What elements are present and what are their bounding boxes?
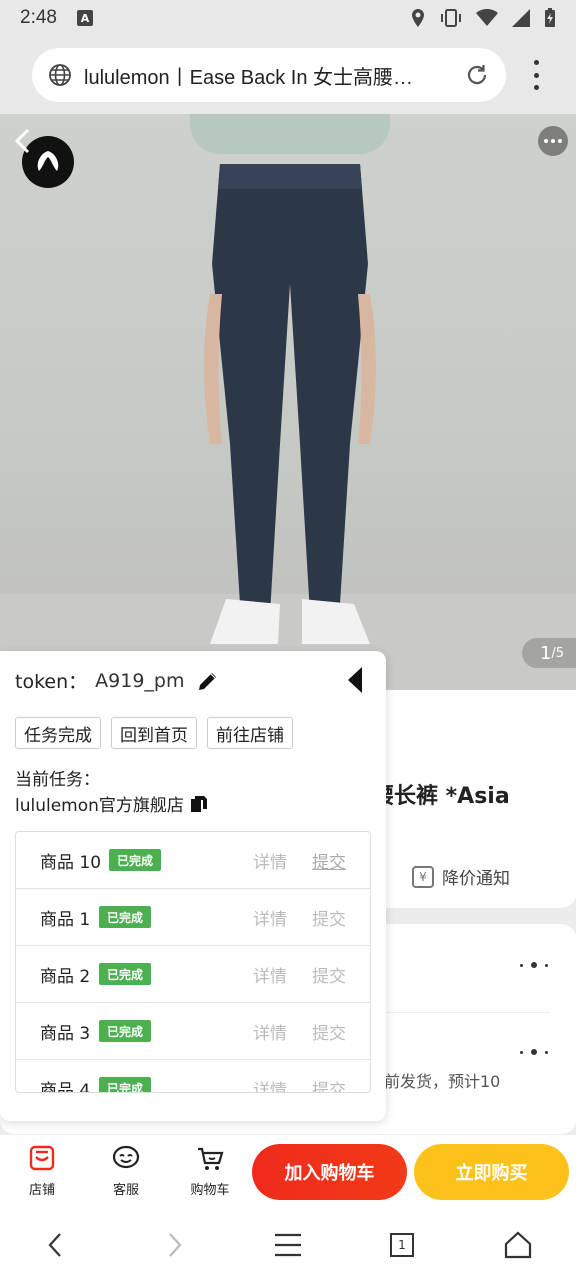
task-panel: token： A919_pm 任务完成 回到首页 前往店铺 当前任务： lulu…	[0, 651, 386, 1121]
list-item: 商品 1 已完成 详情 提交	[16, 889, 370, 946]
battery-icon	[545, 8, 555, 27]
item-name: 商品 4	[40, 1080, 91, 1093]
edit-pencil-icon[interactable]	[196, 669, 220, 693]
nav-menu-icon[interactable]	[270, 1230, 306, 1260]
task-complete-button[interactable]: 任务完成	[15, 717, 101, 749]
current-task-store-name: lululemon官方旗舰店	[15, 796, 184, 816]
browser-toolbar: lululemon丨Ease Back In 女士高腰…	[0, 36, 576, 114]
token-label: token：	[15, 671, 88, 693]
pants-illustration	[204, 164, 376, 644]
item-name: 商品 1	[40, 909, 91, 930]
buy-now-button[interactable]: 立即购买	[414, 1144, 569, 1200]
status-badge: 已完成	[99, 1077, 152, 1092]
store-tab[interactable]: 店铺	[12, 1143, 72, 1198]
current-task-store: lululemon官方旗舰店	[15, 791, 208, 816]
more-dots-icon[interactable]	[520, 962, 548, 968]
submit-link[interactable]: 提交	[312, 848, 346, 873]
gallery-page-counter: 1/5	[522, 638, 576, 668]
reload-icon[interactable]	[464, 62, 490, 88]
service-tab-label: 客服	[112, 1183, 139, 1198]
product-image[interactable]: 1/5	[0, 114, 576, 690]
current-task-label: 当前任务：	[15, 770, 100, 790]
url-text: lululemon丨Ease Back In 女士高腰…	[84, 66, 414, 89]
detail-link[interactable]: 详情	[253, 848, 287, 873]
submit-link[interactable]: 提交	[312, 905, 346, 930]
back-home-button[interactable]: 回到首页	[111, 717, 197, 749]
status-badge: 已完成	[99, 963, 152, 985]
address-bar[interactable]: lululemon丨Ease Back In 女士高腰…	[32, 48, 506, 102]
menu-dots-icon[interactable]	[526, 60, 546, 90]
submit-link[interactable]: 提交	[312, 962, 346, 987]
item-name: 商品 3	[40, 1023, 91, 1044]
nav-home-icon[interactable]	[500, 1230, 536, 1260]
detail-link[interactable]: 详情	[253, 1019, 287, 1044]
item-name: 商品 10	[40, 852, 102, 873]
wifi-icon	[476, 9, 498, 26]
token-value: A919_pm	[95, 669, 185, 692]
nav-tabs-icon[interactable]: 1	[384, 1230, 420, 1260]
more-options-icon[interactable]	[538, 126, 568, 156]
nav-forward-icon[interactable]	[156, 1230, 192, 1260]
gallery-current: 1	[539, 642, 552, 664]
panel-button-row: 任务完成 回到首页 前往店铺	[15, 717, 293, 749]
price-notify-button[interactable]: ¥ 降价通知	[412, 864, 510, 889]
more-dots-icon[interactable]	[520, 1049, 548, 1055]
list-item: 商品 2 已完成 详情 提交	[16, 946, 370, 1003]
store-icon	[29, 1145, 55, 1171]
list-item: 商品 10 已完成 详情 提交	[16, 832, 370, 889]
detail-link[interactable]: 详情	[253, 905, 287, 930]
cart-tab[interactable]: 购物车	[180, 1143, 240, 1198]
globe-icon	[49, 64, 71, 86]
vibrate-icon	[441, 9, 461, 27]
cart-tab-label: 购物车	[190, 1183, 230, 1198]
detail-link[interactable]: 详情	[253, 962, 287, 987]
detail-link[interactable]: 详情	[253, 1076, 287, 1093]
service-tab[interactable]: 客服	[96, 1143, 156, 1198]
store-tab-label: 店铺	[28, 1183, 55, 1198]
copy-icon[interactable]	[190, 795, 208, 813]
signal-icon	[512, 9, 530, 27]
notification-icon: A	[76, 10, 93, 26]
status-badge: 已完成	[99, 1020, 152, 1042]
location-icon	[412, 9, 424, 27]
browser-nav-bar: 1	[0, 1210, 576, 1280]
price-notify-label: 降价通知	[442, 869, 510, 889]
list-item: 商品 3 已完成 详情 提交	[16, 1003, 370, 1060]
status-time: 2:48	[20, 7, 57, 28]
back-arrow-icon[interactable]	[8, 126, 38, 156]
nav-back-icon[interactable]	[38, 1230, 74, 1260]
gallery-total: /5	[551, 645, 565, 661]
tab-count: 1	[390, 1233, 414, 1257]
shipping-text-fragment: 前发货，预计10	[384, 1072, 501, 1091]
submit-link[interactable]: 提交	[312, 1019, 346, 1044]
divider	[372, 1012, 550, 1013]
task-item-list[interactable]: 商品 10 已完成 详情 提交 商品 1 已完成 详情 提交 商品 2 已完成 …	[15, 831, 371, 1093]
collapse-panel-icon[interactable]	[348, 667, 362, 693]
go-to-store-button[interactable]: 前往店铺	[207, 717, 293, 749]
status-icons	[410, 8, 556, 28]
product-title-fragment: 腰长裤 *Asia	[372, 784, 510, 809]
submit-link[interactable]: 提交	[312, 1076, 346, 1093]
cart-icon	[198, 1147, 224, 1170]
token-row: token： A919_pm	[15, 667, 220, 694]
add-to-cart-button[interactable]: 加入购物车	[252, 1144, 407, 1200]
customer-service-icon	[112, 1145, 140, 1169]
item-name: 商品 2	[40, 966, 91, 987]
bottom-action-bar: 店铺 客服 购物车 加入购物车 立即购买	[0, 1134, 576, 1210]
status-badge: 已完成	[109, 849, 162, 871]
price-tag-icon: ¥	[412, 865, 434, 888]
list-item: 商品 4 已完成 详情 提交	[16, 1060, 370, 1093]
status-badge: 已完成	[99, 906, 152, 928]
status-bar: 2:48 A	[0, 0, 576, 36]
